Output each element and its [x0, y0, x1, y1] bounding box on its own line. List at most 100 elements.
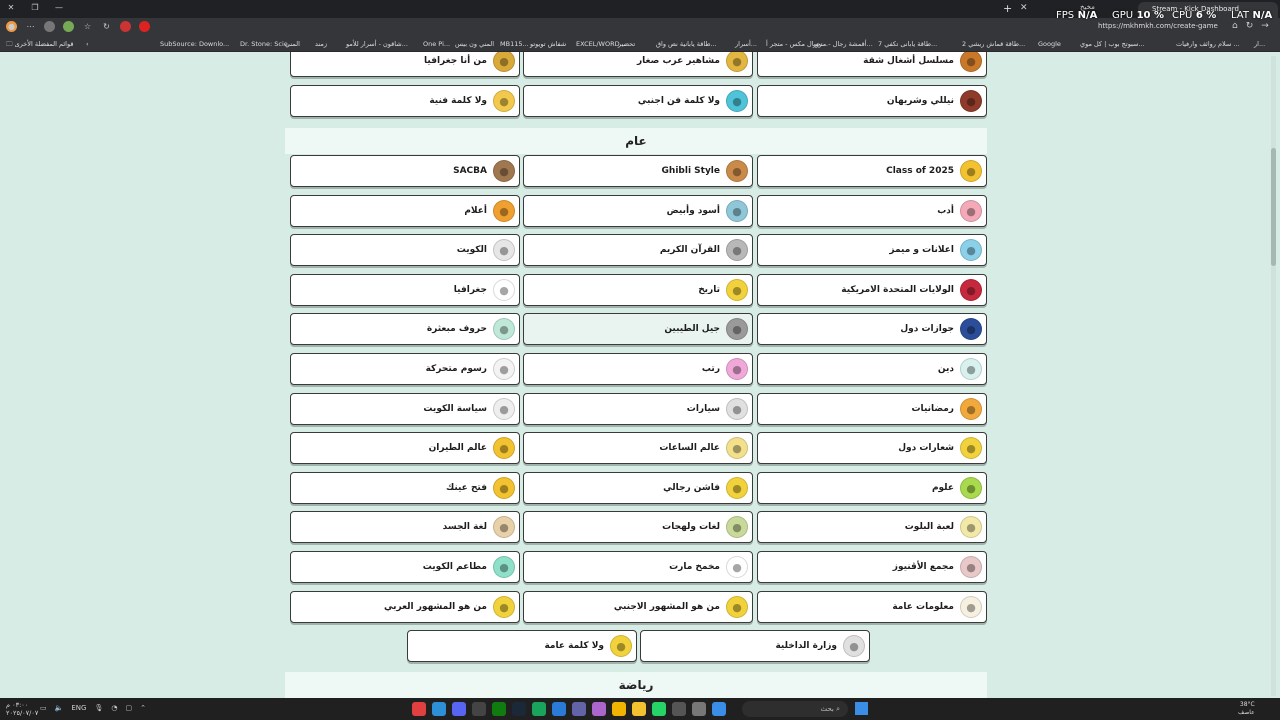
chevron-up-icon[interactable]: ⌃: [140, 704, 146, 712]
scrollbar-thumb[interactable]: [1271, 148, 1276, 266]
bookmark-item[interactable]: طاقة يابانية نص واق...: [656, 40, 717, 48]
app-icon-epic[interactable]: [472, 702, 486, 716]
bookmark-item[interactable]: أقمشة رجال - متجر...: [813, 40, 873, 48]
bookmark-item[interactable]: زمند: [315, 40, 327, 48]
speaker-icon[interactable]: 🔈: [55, 704, 64, 712]
profile-icon[interactable]: ●: [6, 21, 17, 32]
extension-abp-icon[interactable]: [139, 21, 150, 32]
bookmark-item[interactable]: سبوتج بوب | كل موي...: [1080, 40, 1145, 48]
forward-icon[interactable]: →: [1261, 21, 1269, 31]
app-icon-files[interactable]: [632, 702, 646, 716]
minimize-window-icon[interactable]: —: [54, 3, 64, 12]
category-card[interactable]: ● تاريخ: [523, 274, 753, 306]
category-card[interactable]: ● ولا كلمة عامة: [407, 630, 637, 662]
bookmark-item[interactable]: ار...: [1254, 40, 1265, 48]
wifi-icon[interactable]: ◔: [111, 704, 117, 712]
category-card[interactable]: ● Ghibli Style: [523, 155, 753, 187]
extensions-icon[interactable]: [44, 21, 55, 32]
app-icon-teams[interactable]: [572, 702, 586, 716]
bookmark-other-favorites[interactable]: 🗀 قوائم المفضلة الأخرى: [6, 40, 73, 51]
bookmark-item[interactable]: Google: [1038, 40, 1061, 48]
category-card[interactable]: ● أعلام: [290, 195, 520, 227]
screen-icon[interactable]: ▢: [125, 704, 132, 712]
new-tab-icon[interactable]: +: [1003, 2, 1012, 15]
category-card[interactable]: ● حروف مبعثرة: [290, 313, 520, 345]
category-card[interactable]: ● الولايات المتحدة الامريكية: [757, 274, 987, 306]
category-card[interactable]: ● دين: [757, 353, 987, 385]
category-card[interactable]: ● رتب: [523, 353, 753, 385]
app-icon-settings[interactable]: [692, 702, 706, 716]
bookmark-item[interactable]: المني: [285, 40, 300, 48]
bookmark-item[interactable]: سلام روائف وارفيات ...: [1176, 40, 1240, 48]
app-icon-calc[interactable]: [672, 702, 686, 716]
app-icon-media[interactable]: [592, 702, 606, 716]
app-icon-chrome[interactable]: [612, 702, 626, 716]
category-card[interactable]: ● رسوم متحركة: [290, 353, 520, 385]
category-card[interactable]: ● علوم: [757, 472, 987, 504]
url-text[interactable]: https://mkhmkh.com/create-game: [1098, 22, 1218, 30]
app-icon-steam[interactable]: [512, 702, 526, 716]
bookmark-item[interactable]: شاقون - أسرار للأمو...: [346, 40, 408, 48]
category-card[interactable]: ● رمضانيات: [757, 393, 987, 425]
category-card[interactable]: ● من هو المشهور العربي: [290, 591, 520, 623]
category-card[interactable]: ● عالم الطيران: [290, 432, 520, 464]
app-icon-store[interactable]: [552, 702, 566, 716]
category-card[interactable]: ● مسلسل أشغال شقة: [757, 52, 987, 77]
category-card[interactable]: ● القرآن الكريم: [523, 234, 753, 266]
extension-red-icon[interactable]: [120, 21, 131, 32]
bookmark-item[interactable]: المني ون بيس: [455, 40, 494, 48]
category-card[interactable]: ● معلومات عامة: [757, 591, 987, 623]
bookmark-item[interactable]: SubSource: Downlo...: [160, 40, 229, 48]
category-card[interactable]: ● ولا كلمة فنية: [290, 85, 520, 117]
category-card[interactable]: ● نيللي وشريهان: [757, 85, 987, 117]
category-card[interactable]: ● أدب: [757, 195, 987, 227]
category-card[interactable]: ● سياسة الكويت: [290, 393, 520, 425]
category-card[interactable]: ● سيارات: [523, 393, 753, 425]
app-icon-green[interactable]: [532, 702, 546, 716]
reload-icon[interactable]: ↻: [101, 21, 112, 32]
category-card[interactable]: ● الكويت: [290, 234, 520, 266]
notification-icon[interactable]: ▭: [40, 704, 47, 712]
category-card[interactable]: ● مجمع الأڤنيوز: [757, 551, 987, 583]
category-card[interactable]: ● وزارة الداخلية: [640, 630, 870, 662]
bookmark-item[interactable]: شفاش تويوتو: [530, 40, 566, 48]
category-card[interactable]: ● لعبة البلوت: [757, 511, 987, 543]
category-card[interactable]: ● جيل الطيبين: [523, 313, 753, 345]
app-icon-red[interactable]: [412, 702, 426, 716]
extension-shield-icon[interactable]: [63, 21, 74, 32]
language-indicator[interactable]: ENG: [71, 704, 86, 712]
category-card[interactable]: ● فاشن رجالي: [523, 472, 753, 504]
category-card[interactable]: ● عالم الساعات: [523, 432, 753, 464]
category-card[interactable]: ● شعارات دول: [757, 432, 987, 464]
category-card[interactable]: ● لغة الجسد: [290, 511, 520, 543]
star-icon[interactable]: ☆: [82, 21, 93, 32]
app-icon-edge[interactable]: [432, 702, 446, 716]
category-card[interactable]: ● فتح عينك: [290, 472, 520, 504]
home-icon[interactable]: ⌂: [1232, 21, 1238, 31]
chevron-left-icon[interactable]: ‹: [86, 40, 89, 48]
category-card[interactable]: ● ولا كلمة فن اجنبي: [523, 85, 753, 117]
category-card[interactable]: ● مشاهير عرب صغار: [523, 52, 753, 77]
category-card[interactable]: ● SACBA: [290, 155, 520, 187]
bookmark-item[interactable]: طاقة يابانى تكفي 7...: [878, 40, 937, 48]
restore-window-icon[interactable]: ❐: [30, 3, 40, 12]
category-card[interactable]: ● لغات ولهجات: [523, 511, 753, 543]
category-card[interactable]: ● Class of 2025: [757, 155, 987, 187]
menu-icon[interactable]: ⋯: [25, 21, 36, 32]
category-card[interactable]: ● اعلانات و ميمز: [757, 234, 987, 266]
page-content[interactable]: ● مسلسل أشغال شقة ● مشاهير عرب صغار ● من أنا …: [0, 52, 1280, 698]
close-window-icon[interactable]: ✕: [6, 3, 16, 12]
taskbar-search[interactable]: ⌕ بحث: [742, 701, 848, 717]
app-icon-explorer[interactable]: [712, 702, 726, 716]
category-card[interactable]: ● مطاعم الكويت: [290, 551, 520, 583]
category-card[interactable]: ● أسود وأبيض: [523, 195, 753, 227]
refresh-icon[interactable]: ↻: [1246, 21, 1254, 31]
app-icon-discord[interactable]: [452, 702, 466, 716]
start-button[interactable]: [855, 702, 868, 715]
category-card[interactable]: ● من أنا جغرافيا: [290, 52, 520, 77]
bookmark-item[interactable]: تحضير: [618, 40, 635, 48]
clock[interactable]: ٠٣:٠٠ م ٢٠٢٥/٠٧/٠٧: [6, 701, 38, 717]
category-card[interactable]: ● من هو المشهور الاجنبي: [523, 591, 753, 623]
bookmark-item[interactable]: طاقة قماش ريشي 2...: [962, 40, 1025, 48]
bookmark-item[interactable]: MB115...: [500, 40, 529, 48]
